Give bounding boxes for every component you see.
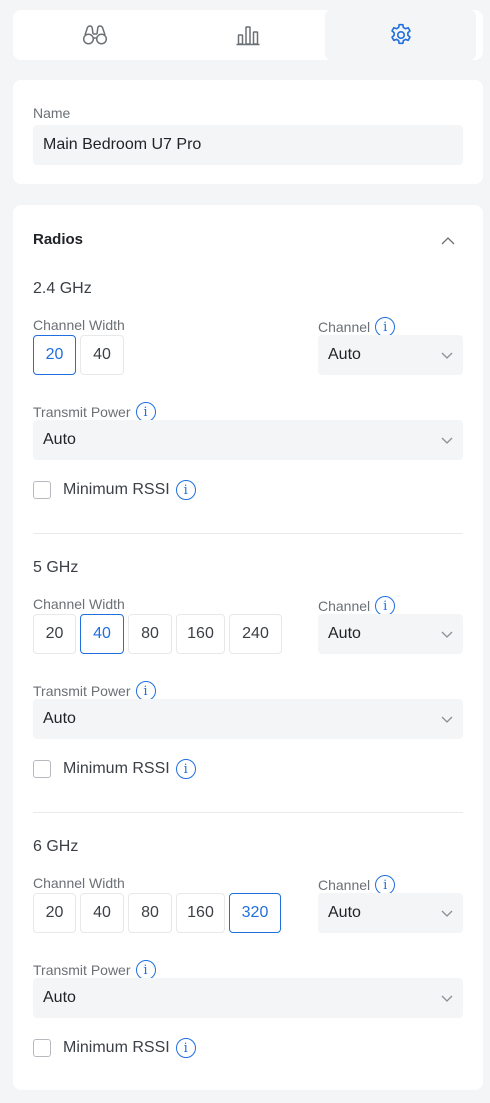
transmit-power-value: Auto — [43, 431, 76, 448]
minimum-rssi-checkbox[interactable] — [33, 481, 51, 499]
info-icon[interactable]: i — [135, 681, 156, 701]
gear-icon — [390, 23, 411, 45]
channel-width-option[interactable]: 320 — [229, 893, 281, 933]
info-icon[interactable]: i — [135, 960, 156, 980]
channel-width-label: Channel Width — [33, 317, 125, 333]
band-6ghz: 6 GHz Channel Width Channel i 20 40 80 160 3… — [13, 838, 483, 1098]
transmit-power-label: Transmit Power — [33, 683, 131, 699]
transmit-power-value: Auto — [43, 710, 76, 727]
name-section: Name — [13, 80, 483, 184]
transmit-power-value: Auto — [43, 989, 76, 1006]
band-5ghz: 5 GHz Channel Width Channel i 20 40 80 160 2… — [13, 559, 483, 819]
band-title: 5 GHz — [33, 559, 79, 576]
channel-width-option[interactable]: 40 — [80, 335, 124, 375]
chevron-down-icon — [441, 631, 453, 638]
channel-width-label: Channel Width — [33, 596, 125, 612]
channel-width-option[interactable]: 40 — [80, 614, 124, 654]
channel-width-option[interactable]: 160 — [176, 893, 225, 933]
tab-statistics[interactable] — [172, 10, 323, 60]
info-icon[interactable]: i — [135, 402, 156, 422]
channel-width-option[interactable]: 40 — [80, 893, 124, 933]
channel-width-option[interactable]: 20 — [33, 614, 76, 654]
minimum-rssi-label: Minimum RSSI — [63, 1039, 170, 1056]
view-tabs — [13, 10, 483, 60]
channel-select[interactable]: Auto — [318, 614, 463, 654]
channel-width-option[interactable]: 80 — [128, 614, 172, 654]
channel-label: Channel — [318, 598, 371, 614]
transmit-power-select[interactable]: Auto — [33, 420, 463, 460]
info-icon[interactable]: i — [175, 1038, 196, 1058]
channel-label: Channel — [318, 877, 371, 893]
channel-width-option[interactable]: 20 — [33, 893, 76, 933]
channel-label-group: Channel i — [318, 317, 396, 337]
bar-chart-icon — [236, 26, 259, 46]
tab-overview[interactable] — [19, 10, 170, 60]
channel-width-option[interactable]: 80 — [128, 893, 172, 933]
radios-title: Radios — [33, 231, 84, 248]
transmit-power-label: Transmit Power — [33, 404, 131, 420]
channel-select[interactable]: Auto — [318, 335, 463, 375]
band-title: 6 GHz — [33, 838, 79, 855]
minimum-rssi-row: Minimum RSSI i — [33, 759, 196, 779]
channel-width-label: Channel Width — [33, 875, 125, 891]
chevron-down-icon — [441, 352, 453, 359]
channel-width-options: 20 40 80 160 320 — [33, 893, 281, 933]
chevron-down-icon — [441, 716, 453, 723]
name-label: Name — [33, 105, 71, 121]
channel-label-group: Channel i — [318, 596, 396, 616]
chevron-down-icon — [441, 910, 453, 917]
transmit-power-label-group: Transmit Power i — [33, 681, 156, 701]
chevron-down-icon — [441, 995, 453, 1002]
channel-label: Channel — [318, 319, 371, 335]
binoculars-icon — [82, 25, 107, 45]
transmit-power-select[interactable]: Auto — [33, 699, 463, 739]
info-icon[interactable]: i — [175, 480, 196, 500]
divider — [33, 812, 463, 813]
minimum-rssi-row: Minimum RSSI i — [33, 1038, 196, 1058]
info-icon[interactable]: i — [375, 875, 396, 895]
radios-section: Radios 2.4 GHz Channel Width Channel i 2… — [13, 205, 483, 1090]
channel-value: Auto — [328, 346, 361, 363]
collapse-toggle[interactable] — [436, 231, 460, 251]
transmit-power-label: Transmit Power — [33, 962, 131, 978]
transmit-power-label-group: Transmit Power i — [33, 960, 156, 980]
info-icon[interactable]: i — [175, 759, 196, 779]
channel-value: Auto — [328, 904, 361, 921]
chevron-up-icon — [441, 237, 455, 245]
channel-width-options: 20 40 — [33, 335, 124, 375]
channel-width-options: 20 40 80 160 240 — [33, 614, 282, 654]
transmit-power-label-group: Transmit Power i — [33, 402, 156, 422]
minimum-rssi-label: Minimum RSSI — [63, 760, 170, 777]
minimum-rssi-label: Minimum RSSI — [63, 481, 170, 498]
band-title: 2.4 GHz — [33, 280, 92, 297]
channel-width-option[interactable]: 20 — [33, 335, 76, 375]
channel-value: Auto — [328, 625, 361, 642]
info-icon[interactable]: i — [375, 596, 396, 616]
minimum-rssi-row: Minimum RSSI i — [33, 480, 196, 500]
divider — [33, 533, 463, 534]
channel-select[interactable]: Auto — [318, 893, 463, 933]
channel-label-group: Channel i — [318, 875, 396, 895]
info-icon[interactable]: i — [375, 317, 396, 337]
tab-settings[interactable] — [325, 10, 476, 60]
transmit-power-select[interactable]: Auto — [33, 978, 463, 1018]
minimum-rssi-checkbox[interactable] — [33, 760, 51, 778]
channel-width-option[interactable]: 160 — [176, 614, 225, 654]
chevron-down-icon — [441, 437, 453, 444]
channel-width-option[interactable]: 240 — [229, 614, 282, 654]
band-2-4ghz: 2.4 GHz Channel Width Channel i 20 40 Aut… — [13, 280, 483, 540]
minimum-rssi-checkbox[interactable] — [33, 1039, 51, 1057]
name-input[interactable] — [33, 125, 463, 165]
